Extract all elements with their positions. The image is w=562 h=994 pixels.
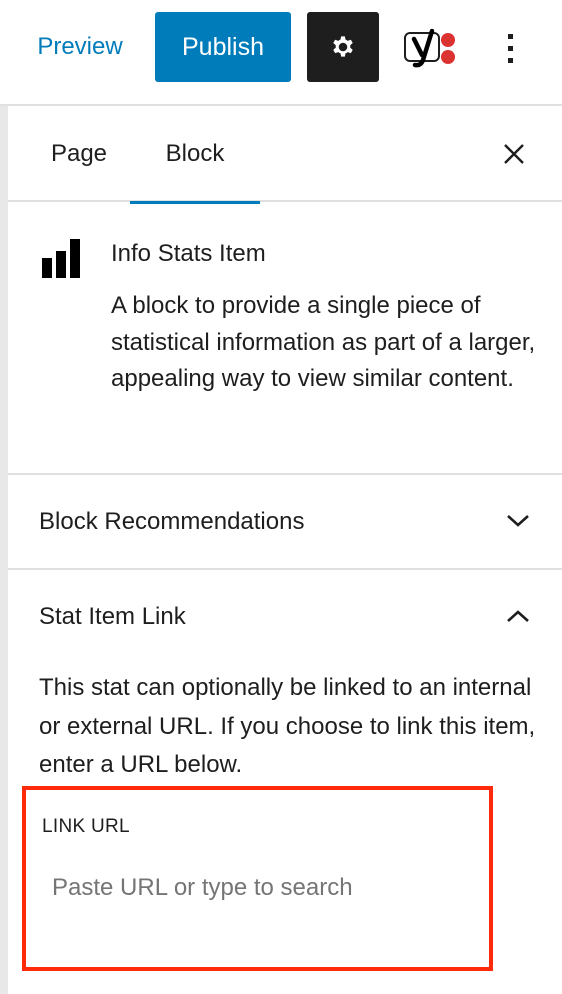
panel-block-recommendations: Block Recommendations xyxy=(8,475,562,570)
close-icon xyxy=(504,144,524,164)
settings-sidebar: Page Block Info Stats Item A block to pr… xyxy=(0,106,562,994)
vertical-ellipsis-icon xyxy=(508,34,513,63)
tab-page[interactable]: Page xyxy=(30,106,128,202)
block-description: A block to provide a single piece of sta… xyxy=(111,292,536,392)
publish-button[interactable]: Publish xyxy=(155,12,291,82)
tab-block[interactable]: Block xyxy=(130,106,260,204)
chevron-down-icon xyxy=(507,515,529,527)
close-sidebar-button[interactable] xyxy=(494,134,534,174)
gear-icon xyxy=(333,36,353,57)
bar-chart-icon xyxy=(42,239,80,278)
editor-header: Preview Publish xyxy=(0,0,562,106)
panel-stat-item-link: Stat Item Link This stat can optionally … xyxy=(8,570,562,971)
settings-button[interactable] xyxy=(307,12,379,82)
link-url-label: Link URL xyxy=(42,816,130,837)
link-help-text: This stat can optionally be linked to an… xyxy=(39,674,536,778)
link-url-input[interactable] xyxy=(52,864,472,912)
more-options-button[interactable] xyxy=(490,20,532,76)
sidebar-tabs: Page Block xyxy=(8,106,562,204)
yoast-seo-icon xyxy=(404,28,455,68)
panel-title: Block Recommendations xyxy=(39,507,305,535)
link-url-field: Link URL xyxy=(22,786,493,971)
preview-button[interactable]: Preview xyxy=(20,12,140,82)
chevron-up-icon xyxy=(507,610,529,622)
panel-title: Stat Item Link xyxy=(39,602,186,630)
yoast-seo-button[interactable] xyxy=(392,20,462,76)
panel-toggle-stat-item-link[interactable]: Stat Item Link xyxy=(8,570,562,663)
panel-toggle-block-recommendations[interactable]: Block Recommendations xyxy=(8,475,562,568)
block-title: Info Stats Item xyxy=(111,240,266,267)
block-card: Info Stats Item A block to provide a sin… xyxy=(8,202,562,475)
